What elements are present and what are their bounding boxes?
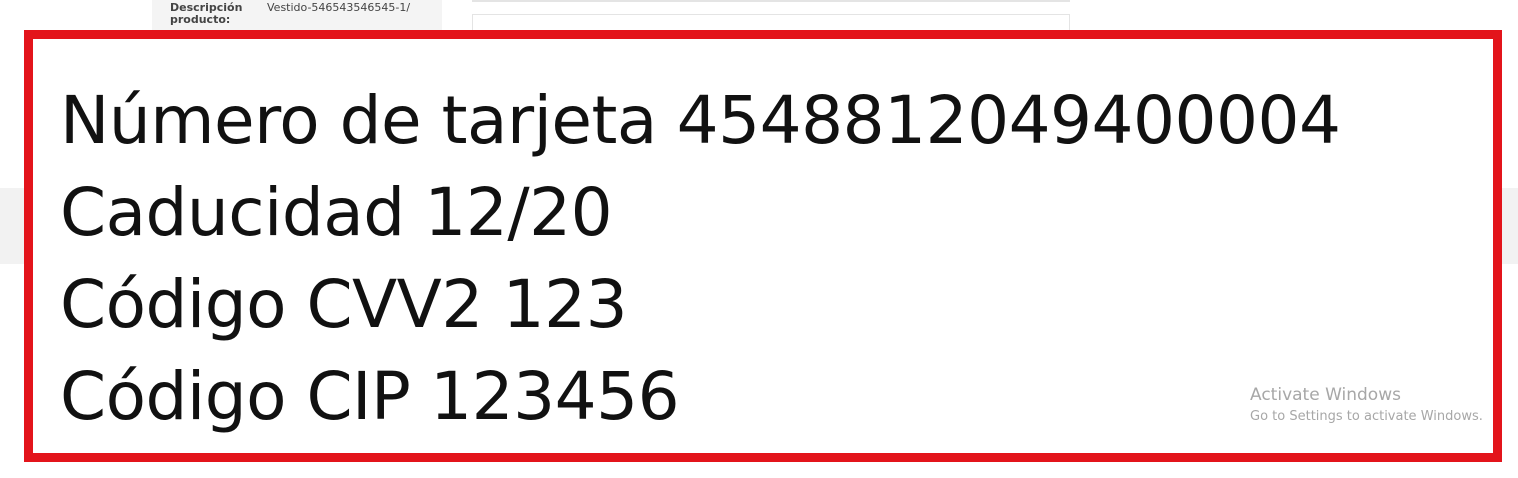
background-input-field-2[interactable] [472, 14, 1070, 30]
cip-value: 123456 [430, 358, 680, 435]
expiry-value: 12/20 [424, 174, 613, 251]
card-number-row: Número de tarjeta 4548812049400004 [60, 75, 1341, 167]
activate-windows-watermark: Activate Windows Go to Settings to activ… [1250, 385, 1483, 427]
watermark-subtitle: Go to Settings to activate Windows. [1250, 409, 1483, 424]
expiry-row: Caducidad 12/20 [60, 167, 1341, 259]
card-details-list: Número de tarjeta 4548812049400004 Caduci… [60, 75, 1341, 443]
cip-row: Código CIP 123456 [60, 351, 1341, 443]
cvv2-row: Código CVV2 123 [60, 259, 1341, 351]
card-number-value: 4548812049400004 [676, 82, 1341, 159]
cvv2-label: Código CVV2 [60, 266, 483, 343]
product-description-label: Descripción producto: [170, 1, 243, 26]
cvv2-value: 123 [502, 266, 628, 343]
card-number-label: Número de tarjeta [60, 82, 657, 159]
cip-label: Código CIP [60, 358, 411, 435]
product-description-value: Vestido-546543546545-1/ [267, 1, 411, 14]
expiry-label: Caducidad [60, 174, 405, 251]
background-input-field[interactable] [472, 0, 1070, 2]
watermark-title: Activate Windows [1250, 385, 1401, 405]
